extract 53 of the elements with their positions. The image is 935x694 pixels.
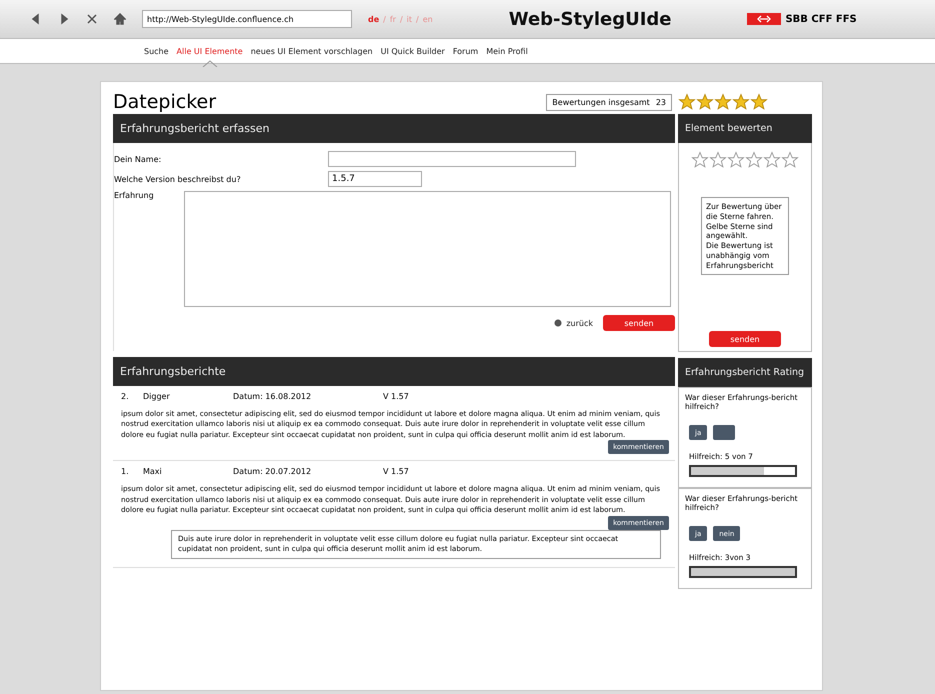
page-title: Datepicker	[113, 91, 218, 113]
field-label: Erfahrung	[114, 191, 155, 200]
version-field[interactable]: 1.5.7	[328, 171, 422, 187]
separator: /	[383, 14, 386, 24]
report-author: Digger	[143, 392, 171, 401]
caret-icon	[202, 60, 218, 66]
star-icon	[691, 151, 709, 169]
nav-link[interactable]: UI Quick Builder	[380, 46, 445, 56]
site-title: Web-StylegUIde	[508, 8, 672, 30]
star-icon	[763, 151, 781, 169]
nav-link[interactable]: Alle UI Elemente	[176, 46, 243, 56]
report-date: Datum: 16.08.2012	[233, 392, 312, 401]
star-icon	[714, 93, 732, 111]
language-link[interactable]: de	[368, 14, 380, 24]
star-icon	[750, 93, 768, 111]
nav-link[interactable]: Suche	[144, 46, 169, 56]
star-icon	[732, 93, 750, 111]
star-icon	[709, 151, 727, 169]
close-icon[interactable]	[86, 13, 98, 25]
star-icon	[727, 151, 745, 169]
report-version: V 1.57	[383, 467, 410, 476]
star-icon	[696, 93, 714, 111]
star-icon	[678, 93, 696, 111]
send-button[interactable]: senden	[603, 315, 675, 331]
home-icon[interactable]	[114, 13, 126, 25]
brand-name: SBB CFF FFS	[785, 14, 857, 24]
star-icon	[781, 151, 799, 169]
send-button[interactable]: senden	[709, 331, 781, 347]
report-number: 1.	[121, 467, 130, 476]
report-version: V 1.57	[383, 392, 410, 401]
section-header: Erfahrungsbericht erfassen	[113, 114, 675, 143]
nav-link[interactable]: Forum	[452, 46, 478, 56]
report-number: 2.	[121, 392, 130, 401]
rating-total: Bewertungen insgesamt 23	[546, 94, 672, 110]
separator: /	[416, 14, 419, 24]
field-label: Dein Name:	[114, 154, 162, 164]
nav-link[interactable]: Mein Profil	[486, 46, 528, 56]
section-header: Erfahrungsbericht Rating	[678, 358, 812, 387]
experience-field[interactable]	[184, 191, 671, 307]
nav-link[interactable]: neues UI Element vorschlagen	[250, 46, 373, 56]
field-label: Welche Version beschreibst du?	[114, 174, 242, 184]
star-icon	[745, 151, 763, 169]
section-header: Erfahrungsberichte	[113, 357, 675, 386]
name-field[interactable]	[328, 151, 576, 167]
url-field[interactable]: http://Web-StylegUIde.confluence.ch	[142, 10, 352, 28]
section-header: Element bewerten	[678, 114, 812, 143]
report-date: Datum: 20.07.2012	[233, 467, 312, 476]
logo-icon	[747, 13, 782, 25]
separator: /	[400, 14, 403, 24]
back-icon[interactable]	[30, 13, 42, 25]
back-link[interactable]: zurück	[554, 318, 593, 328]
no-button[interactable]	[713, 425, 736, 440]
report-author: Maxi	[143, 467, 163, 476]
